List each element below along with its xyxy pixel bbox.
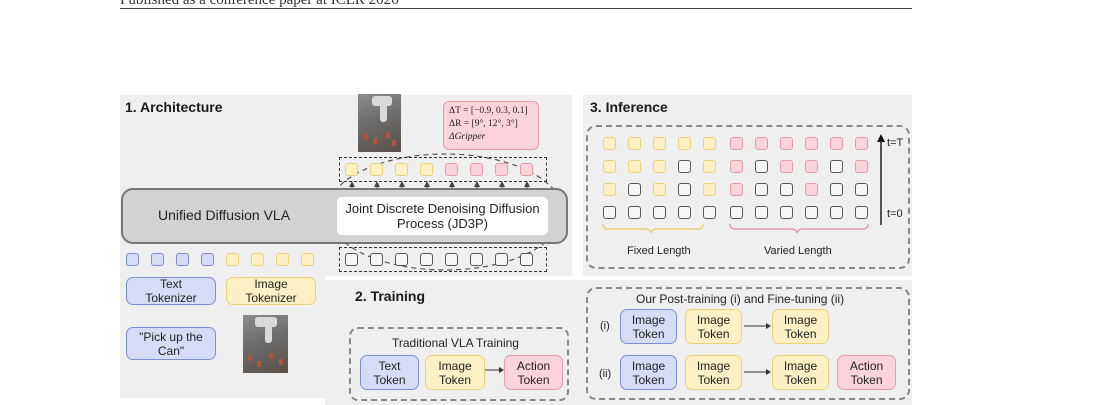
image-tokenizer: Image Tokenizer [226, 277, 316, 305]
post-image-token-yellow: Image Token [685, 309, 742, 344]
text-token [176, 253, 189, 266]
ft-image-token-blue: Image Token [620, 355, 677, 390]
ft-image-token-yellow: Image Token [685, 355, 742, 390]
formula-delta-r: ΔR = [9°, 12°, 3°] [449, 119, 518, 129]
masked-token [445, 253, 458, 266]
output-image-token [370, 163, 383, 176]
text-tokenizer: Text Tokenizer [126, 277, 216, 305]
masked-token [470, 253, 483, 266]
formula-delta-t: ΔT = [−0.9, 0.3, 0.1] [449, 106, 528, 116]
jd3p-label: Joint Discrete Denoising Diffusion Proce… [345, 201, 540, 231]
trad-text-token: Text Token [360, 355, 419, 390]
ft-action-token-output: Action Token [837, 355, 896, 390]
row-ii-label: (ii) [599, 368, 612, 380]
row-i-arrow [744, 323, 771, 329]
post-training-title: Our Post-training (i) and Fine-tuning (i… [636, 292, 845, 306]
masked-token [395, 253, 408, 266]
inference-title: 3. Inference [590, 99, 668, 115]
output-image-token [420, 163, 433, 176]
output-action-token [470, 163, 483, 176]
post-image-token-output: Image Token [772, 309, 829, 344]
varied-length-label: Varied Length [764, 245, 832, 257]
t-bottom-label: t=0 [887, 208, 903, 220]
formula-delta-gripper: ΔGripper [449, 132, 486, 142]
post-image-token-blue: Image Token [620, 309, 677, 344]
jd3p-process-box: Joint Discrete Denoising Diffusion Proce… [337, 197, 548, 235]
image-token [251, 253, 264, 266]
robot-scene-image-top [358, 94, 401, 152]
action-formula-box: ΔT = [−0.9, 0.3, 0.1] ΔR = [9°, 12°, 3°]… [443, 101, 539, 150]
fixed-length-label: Fixed Length [627, 245, 691, 257]
masked-token [520, 253, 533, 266]
row-i-label: (i) [600, 320, 610, 332]
vla-label: Unified Diffusion VLA [158, 207, 291, 223]
output-action-token [445, 163, 458, 176]
row-ii-arrow [744, 369, 771, 375]
architecture-title: 1. Architecture [125, 99, 223, 115]
instruction-box: "Pick up the Can" [126, 327, 216, 360]
masked-token [345, 253, 358, 266]
image-token [276, 253, 289, 266]
text-token [151, 253, 164, 266]
masked-token [495, 253, 508, 266]
traditional-training-title: Traditional VLA Training [392, 336, 519, 350]
header-rule [120, 8, 912, 9]
output-action-token [520, 163, 533, 176]
image-token [301, 253, 314, 266]
t-top-label: t=T [887, 137, 904, 149]
masked-token [370, 253, 383, 266]
output-action-token [495, 163, 508, 176]
masked-token [420, 253, 433, 266]
trad-image-token: Image Token [425, 355, 485, 390]
trad-arrow [485, 367, 504, 373]
output-image-token [345, 163, 358, 176]
output-image-token [395, 163, 408, 176]
ft-image-token-output: Image Token [772, 355, 829, 390]
robot-scene-image-bottom [243, 315, 288, 373]
image-token [226, 253, 239, 266]
text-token [201, 253, 214, 266]
training-title: 2. Training [355, 288, 426, 304]
text-token [126, 253, 139, 266]
trad-action-token: Action Token [504, 355, 563, 390]
